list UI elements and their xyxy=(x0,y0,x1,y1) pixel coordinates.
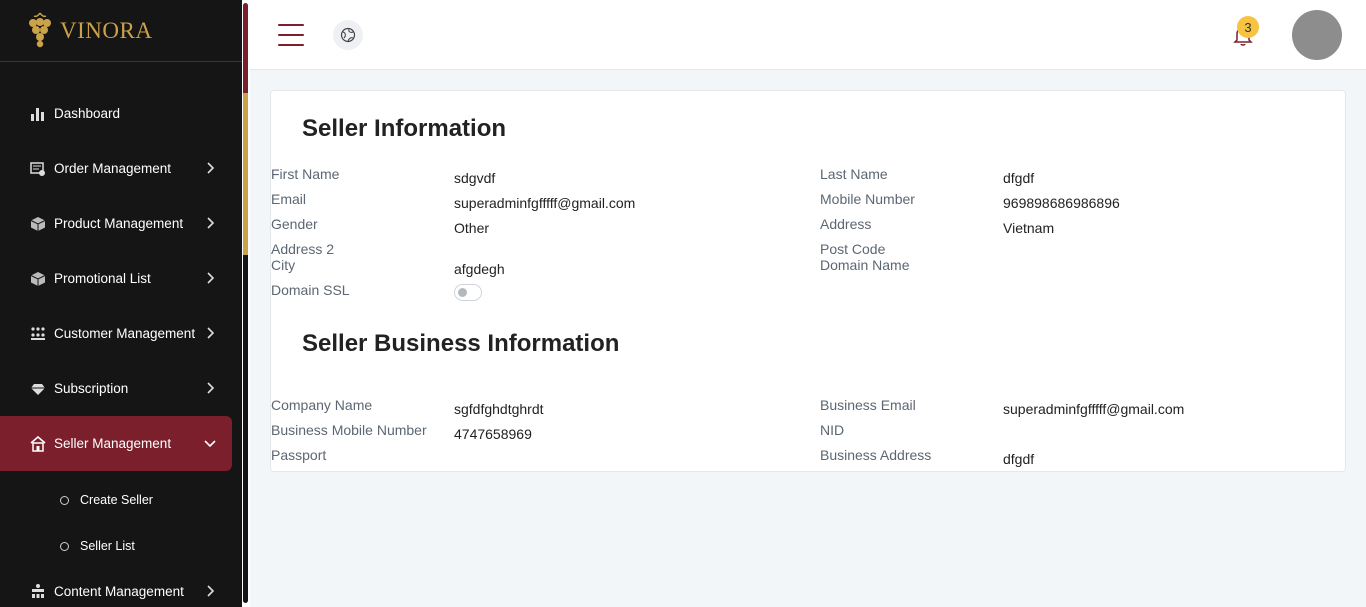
sidebar-item-promotional-list[interactable]: Promotional List xyxy=(0,251,242,306)
chevron-right-icon xyxy=(207,217,215,229)
sidebar-item-seller-management[interactable]: Seller Management xyxy=(0,416,232,471)
last-name-value: dfgdf xyxy=(1003,170,1035,186)
mobile-number-label: Mobile Number xyxy=(820,191,915,207)
seller-information-title: Seller Information xyxy=(302,115,507,142)
domain-ssl-label: Domain SSL xyxy=(271,282,350,298)
first-name-value: sdgvdf xyxy=(454,170,496,186)
box-icon xyxy=(30,216,46,232)
grape-logo-icon xyxy=(29,12,51,47)
passport-label: Passport xyxy=(271,447,327,463)
sidebar-item-content-management[interactable]: Content Management xyxy=(0,569,242,607)
last-name-label: Last Name xyxy=(820,166,888,182)
content-icon xyxy=(30,583,46,599)
address-label: Address xyxy=(820,216,872,232)
domain-ssl-toggle[interactable] xyxy=(454,284,482,301)
city-label: City xyxy=(271,257,296,273)
chevron-right-icon xyxy=(207,327,215,339)
sidebar-item-label: Content Management xyxy=(54,583,184,599)
box-icon xyxy=(30,271,46,287)
users-icon xyxy=(30,326,46,342)
sidebar-subitem-label: Create Seller xyxy=(80,493,153,507)
chevron-right-icon xyxy=(207,272,215,284)
mobile-number-value: 969898686986896 xyxy=(1003,195,1120,211)
bar-chart-icon xyxy=(30,106,46,122)
diamond-icon xyxy=(30,381,46,397)
business-address-value: dfgdf xyxy=(1003,451,1035,467)
brand-name: VINORA xyxy=(60,17,153,43)
logo[interactable]: VINORA xyxy=(0,0,242,62)
company-name-label: Company Name xyxy=(271,397,373,413)
sidebar-item-dashboard[interactable]: Dashboard xyxy=(0,86,242,141)
sidebar-item-customer-management[interactable]: Customer Management xyxy=(0,306,242,361)
address-value: Vietnam xyxy=(1003,220,1055,236)
email-label: Email xyxy=(271,191,307,207)
sidebar-item-label: Subscription xyxy=(54,381,129,396)
sidebar-subitem-seller-list[interactable]: Seller List xyxy=(0,523,242,569)
post-code-label: Post Code xyxy=(820,241,886,257)
address-2-label: Address 2 xyxy=(271,241,335,257)
first-name-label: First Name xyxy=(271,166,340,182)
sidebar-item-order-management[interactable]: Order Management xyxy=(0,141,242,196)
circle-bullet-icon xyxy=(60,495,69,505)
sidebar-item-label: Dashboard xyxy=(54,106,121,121)
chevron-down-icon xyxy=(204,440,216,448)
sidebar-item-label: Customer Management xyxy=(54,326,196,341)
language-button[interactable] xyxy=(333,20,363,50)
company-name-value: sgfdfghdtghrdt xyxy=(454,401,544,417)
sidebar-item-product-management[interactable]: Product Management xyxy=(0,196,242,251)
circle-bullet-icon xyxy=(60,541,69,551)
sidebar-scrollbar[interactable] xyxy=(243,3,248,603)
sidebar: VINORA Dashboard Order Management Produc… xyxy=(0,0,242,607)
menu-toggle-button[interactable] xyxy=(278,24,304,46)
avatar[interactable] xyxy=(1292,10,1342,60)
business-address-label: Business Address xyxy=(820,447,932,463)
top-bar: 3 xyxy=(250,0,1366,70)
business-email-label: Business Email xyxy=(820,397,916,413)
business-email-value: superadminfgfffff@gmail.com xyxy=(1003,401,1185,417)
sidebar-item-subscription[interactable]: Subscription xyxy=(0,361,242,416)
store-icon xyxy=(30,435,46,452)
globe-icon xyxy=(340,27,356,43)
notification-count-badge: 3 xyxy=(1237,16,1259,38)
nid-label: NID xyxy=(820,422,845,438)
domain-name-label: Domain Name xyxy=(820,257,910,273)
chevron-right-icon xyxy=(207,382,215,394)
chevron-right-icon xyxy=(207,162,215,174)
sidebar-item-label: Promotional List xyxy=(54,271,151,286)
toggle-knob xyxy=(458,288,467,297)
email-value: superadminfgfffff@gmail.com xyxy=(454,195,636,211)
seller-details-card: Seller Information First Name sdgvdf Las… xyxy=(270,90,1346,472)
order-icon xyxy=(30,161,46,177)
city-value: afgdegh xyxy=(454,261,505,277)
sidebar-item-label: Seller Management xyxy=(54,436,172,451)
business-mobile-value: 4747658969 xyxy=(454,426,532,442)
sidebar-item-label: Order Management xyxy=(54,161,172,176)
business-mobile-label: Business Mobile Number xyxy=(271,422,427,438)
sidebar-item-label: Product Management xyxy=(54,216,184,231)
gender-label: Gender xyxy=(271,216,318,232)
chevron-right-icon xyxy=(207,585,215,597)
sidebar-subitem-label: Seller List xyxy=(80,539,135,553)
gender-value: Other xyxy=(454,220,490,236)
seller-business-information-title: Seller Business Information xyxy=(302,330,620,357)
sidebar-nav: Dashboard Order Management Product Manag… xyxy=(0,86,242,607)
sidebar-subitem-create-seller[interactable]: Create Seller xyxy=(0,477,242,523)
